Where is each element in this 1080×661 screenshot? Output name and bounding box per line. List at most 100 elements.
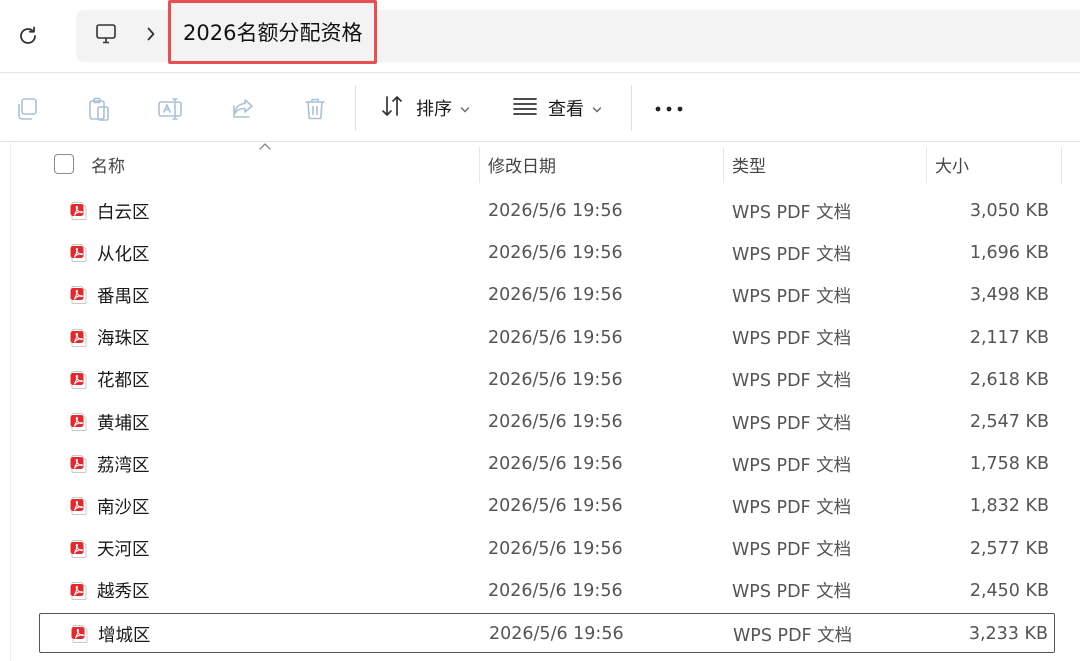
file-modified: 2026/5/6 19:56 <box>488 454 623 475</box>
chevron-down-icon <box>460 98 470 119</box>
refresh-icon[interactable] <box>14 22 42 50</box>
paste-icon[interactable] <box>85 95 113 123</box>
file-type: WPS PDF 文档 <box>732 202 852 223</box>
pdf-file-icon <box>69 328 89 348</box>
file-name: 天河区 <box>97 540 150 561</box>
pdf-file-icon <box>69 201 89 221</box>
file-type: WPS PDF 文档 <box>732 244 852 265</box>
file-modified: 2026/5/6 19:56 <box>488 580 623 601</box>
column-divider[interactable] <box>926 147 927 183</box>
file-size: 3,233 KB <box>968 624 1048 644</box>
file-size: 1,832 KB <box>969 496 1049 517</box>
table-row[interactable]: 越秀区 2026/5/6 19:56 WPS PDF 文档 2,450 KB <box>39 571 1055 611</box>
file-size: 2,450 KB <box>969 580 1049 601</box>
table-row[interactable]: 番禺区 2026/5/6 19:56 WPS PDF 文档 3,498 KB <box>39 275 1055 315</box>
file-size: 1,696 KB <box>969 243 1049 264</box>
table-row[interactable]: 海珠区 2026/5/6 19:56 WPS PDF 文档 2,117 KB <box>39 318 1055 358</box>
file-type: WPS PDF 文档 <box>732 540 852 561</box>
share-icon[interactable] <box>229 95 257 123</box>
list-view-icon <box>512 96 538 121</box>
sort-button[interactable]: 排序 <box>380 89 470 127</box>
command-bar: 排序 查看 <box>0 72 1080 142</box>
computer-icon[interactable] <box>92 20 120 48</box>
file-name: 花都区 <box>97 371 150 392</box>
table-row[interactable]: 增城区 2026/5/6 19:56 WPS PDF 文档 3,233 KB <box>39 613 1055 653</box>
file-type: WPS PDF 文档 <box>732 286 852 307</box>
file-size: 2,547 KB <box>969 412 1049 432</box>
pdf-file-icon <box>69 496 89 516</box>
file-modified: 2026/5/6 19:56 <box>488 412 623 432</box>
file-name: 荔湾区 <box>97 455 150 476</box>
file-list: 名称 修改日期 类型 大小 白云区 2026/5/6 19:56 WPS PDF 文… <box>10 143 1080 661</box>
file-modified: 2026/5/6 19:56 <box>488 285 623 306</box>
table-row[interactable]: 荔湾区 2026/5/6 19:56 WPS PDF 文档 1,758 KB <box>39 444 1055 484</box>
view-label: 查看 <box>548 99 584 120</box>
file-modified: 2026/5/6 19:56 <box>488 369 623 390</box>
chevron-down-icon <box>592 98 602 119</box>
breadcrumb-current-folder[interactable]: 2026名额分配资格 <box>168 0 378 64</box>
more-icon[interactable] <box>652 99 686 119</box>
pdf-file-icon <box>69 370 89 390</box>
delete-icon[interactable] <box>301 95 329 123</box>
column-header-type[interactable]: 类型 <box>732 143 926 185</box>
copy-icon[interactable] <box>13 95 41 123</box>
file-name: 黄埔区 <box>97 413 150 434</box>
file-name: 南沙区 <box>97 497 150 518</box>
breadcrumb-label: 2026名额分配资格 <box>183 21 363 45</box>
sort-icon <box>380 94 406 123</box>
toolbar-divider <box>631 85 632 131</box>
select-all-checkbox[interactable] <box>54 154 74 174</box>
column-header-modified[interactable]: 修改日期 <box>488 143 723 185</box>
sort-label: 排序 <box>416 99 452 120</box>
file-size: 2,117 KB <box>969 327 1049 348</box>
file-type: WPS PDF 文档 <box>732 371 852 392</box>
file-type: WPS PDF 文档 <box>732 413 852 434</box>
file-modified: 2026/5/6 19:56 <box>488 327 623 348</box>
sort-ascending-icon <box>259 143 271 150</box>
column-header-size[interactable]: 大小 <box>935 143 1061 185</box>
file-name: 越秀区 <box>97 582 150 603</box>
table-row[interactable]: 花都区 2026/5/6 19:56 WPS PDF 文档 2,618 KB <box>39 360 1055 400</box>
file-size: 2,618 KB <box>969 369 1049 390</box>
address-bar-region: 2026名额分配资格 <box>0 0 1080 72</box>
chevron-right-icon[interactable] <box>140 21 162 47</box>
pdf-file-icon <box>69 581 89 601</box>
column-divider[interactable] <box>479 147 480 183</box>
column-divider[interactable] <box>1061 147 1062 183</box>
file-size: 1,758 KB <box>969 454 1049 475</box>
file-modified: 2026/5/6 19:56 <box>488 243 623 264</box>
file-name: 海珠区 <box>97 329 150 350</box>
file-name: 增城区 <box>98 625 151 646</box>
pdf-file-icon <box>69 539 89 559</box>
file-size: 2,577 KB <box>969 538 1049 559</box>
file-type: WPS PDF 文档 <box>732 582 852 603</box>
file-type: WPS PDF 文档 <box>732 329 852 350</box>
file-type: WPS PDF 文档 <box>732 497 852 518</box>
column-header-name[interactable]: 名称 <box>91 143 479 185</box>
pdf-file-icon <box>69 412 89 432</box>
table-row[interactable]: 白云区 2026/5/6 19:56 WPS PDF 文档 3,050 KB <box>39 191 1055 231</box>
table-row[interactable]: 黄埔区 2026/5/6 19:56 WPS PDF 文档 2,547 KB <box>39 402 1055 442</box>
table-row[interactable]: 天河区 2026/5/6 19:56 WPS PDF 文档 2,577 KB <box>39 529 1055 569</box>
file-modified: 2026/5/6 19:56 <box>488 538 623 559</box>
file-name: 白云区 <box>97 202 150 223</box>
file-modified: 2026/5/6 19:56 <box>488 496 623 517</box>
file-type: WPS PDF 文档 <box>732 455 852 476</box>
view-button[interactable]: 查看 <box>512 89 602 127</box>
file-type: WPS PDF 文档 <box>733 625 853 646</box>
pdf-file-icon <box>69 454 89 474</box>
file-name: 从化区 <box>97 244 150 265</box>
pdf-file-icon <box>70 624 90 644</box>
table-row[interactable]: 南沙区 2026/5/6 19:56 WPS PDF 文档 1,832 KB <box>39 486 1055 526</box>
file-modified: 2026/5/6 19:56 <box>488 201 623 221</box>
file-modified: 2026/5/6 19:56 <box>489 624 624 644</box>
file-name: 番禺区 <box>97 286 150 307</box>
toolbar-divider <box>355 85 356 131</box>
rename-icon[interactable] <box>157 95 185 123</box>
column-divider[interactable] <box>723 147 724 183</box>
table-row[interactable]: 从化区 2026/5/6 19:56 WPS PDF 文档 1,696 KB <box>39 233 1055 273</box>
pdf-file-icon <box>69 285 89 305</box>
pdf-file-icon <box>69 243 89 263</box>
column-header-row: 名称 修改日期 类型 大小 <box>11 143 1080 185</box>
file-size: 3,050 KB <box>969 201 1049 221</box>
